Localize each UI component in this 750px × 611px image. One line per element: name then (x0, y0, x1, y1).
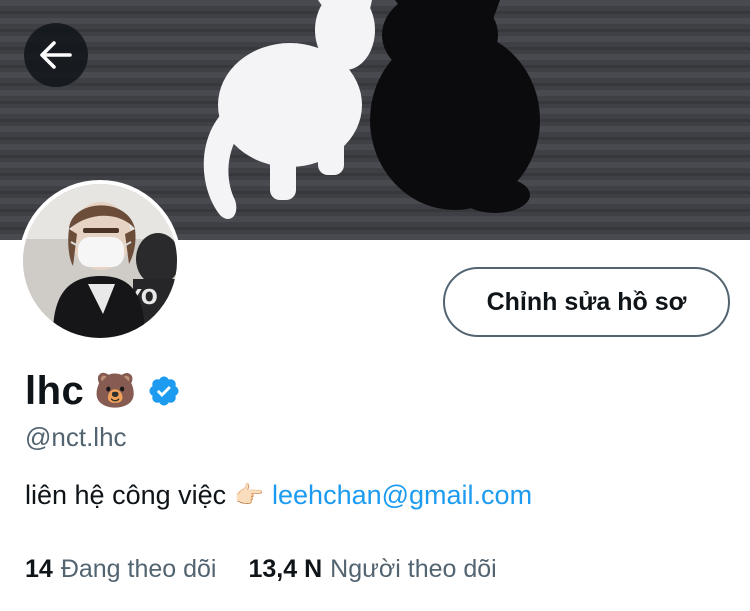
bio-text: liên hệ công việc (25, 480, 227, 510)
profile-name-row: lhc 🐻 (25, 364, 181, 418)
followers-count: 13,4 N (248, 555, 323, 583)
display-name: lhc (25, 368, 85, 413)
following-label: Đang theo dõi (60, 555, 217, 583)
profile-bio: liên hệ công việc 👉🏻 leehchan@gmail.com (25, 480, 532, 511)
following-link[interactable]: 14 Đang theo dõi (25, 555, 217, 584)
following-count: 14 (25, 555, 53, 583)
avatar-photo: YO (23, 184, 177, 338)
pointing-hand-emoji: 👉🏻 (234, 482, 265, 509)
follow-stats: 14 Đang theo dõi 13,4 N Người theo dõi (25, 555, 497, 584)
user-handle: @nct.lhc (25, 422, 127, 452)
bear-emoji: 🐻 (94, 372, 137, 410)
verified-badge-icon[interactable] (147, 374, 181, 408)
bio-email-link[interactable]: leehchan@gmail.com (272, 480, 532, 511)
edit-profile-button[interactable]: Chỉnh sửa hồ sơ (443, 267, 730, 337)
followers-link[interactable]: 13,4 N Người theo dõi (249, 555, 497, 584)
followers-label: Người theo dõi (330, 555, 497, 583)
avatar[interactable]: YO (19, 180, 181, 342)
back-button[interactable] (24, 23, 88, 87)
arrow-left-icon (40, 41, 72, 69)
